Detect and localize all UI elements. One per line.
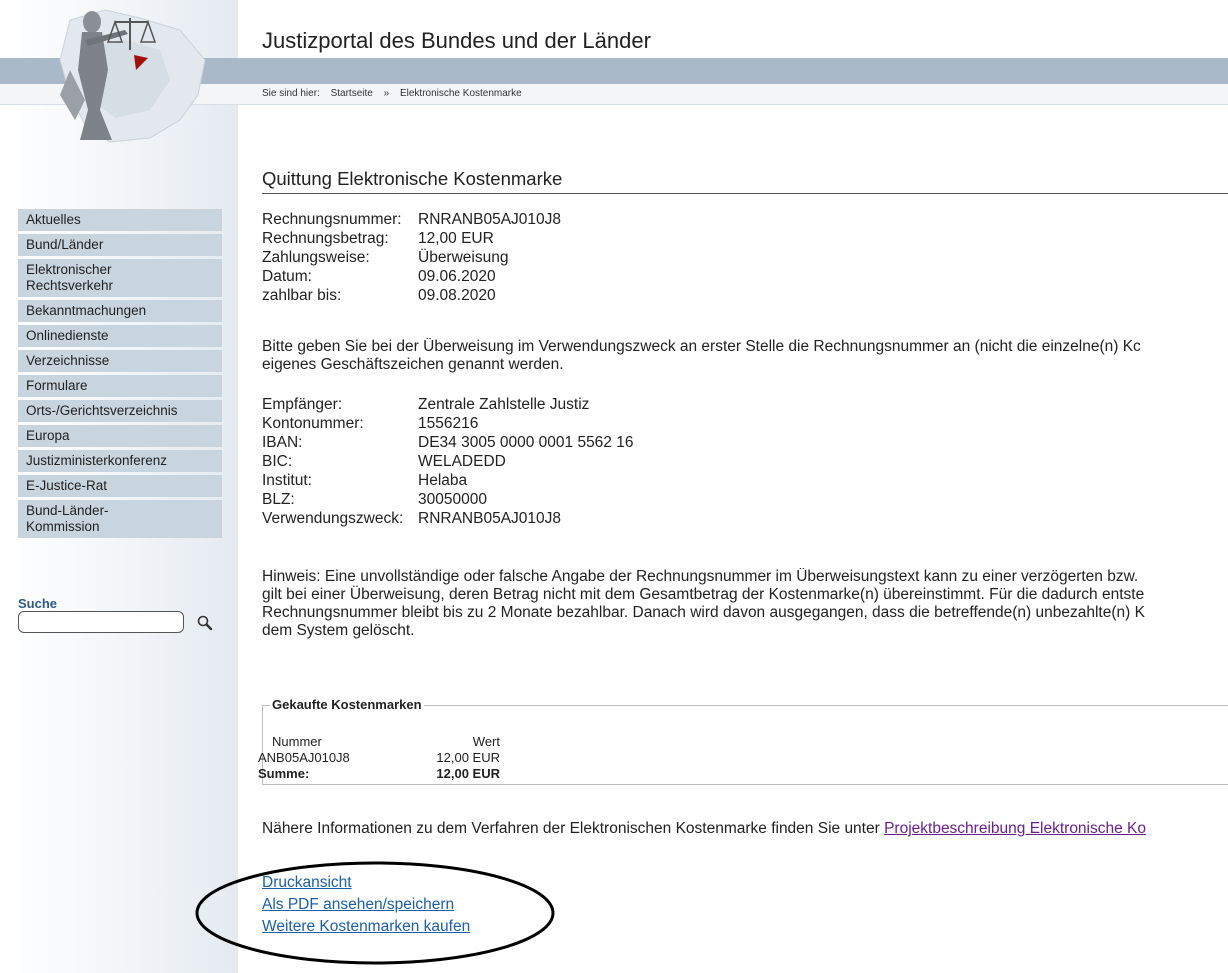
search-icon[interactable] xyxy=(195,613,215,633)
sidebar-item-formulare[interactable]: Formulare xyxy=(18,375,222,397)
sidebar-item-verzeichnisse[interactable]: Verzeichnisse xyxy=(18,350,222,372)
sum-label: Summe: xyxy=(258,766,310,781)
bic-value: WELADEDD xyxy=(418,453,506,470)
search-label: Suche xyxy=(18,596,58,611)
stamp-number: ANB05AJ010J8 xyxy=(258,750,350,765)
sum-value: 12,00 EUR xyxy=(436,766,500,781)
hint-line: Rechnungsnummer bleibt bis zu 2 Monate b… xyxy=(262,604,1145,621)
payment-note-line: Bitte geben Sie bei der Überweisung im V… xyxy=(262,338,1141,355)
site-title: Justizportal des Bundes und der Länder xyxy=(262,28,651,53)
bic-label: BIC: xyxy=(262,453,293,470)
due-date-value: 09.08.2020 xyxy=(418,287,496,304)
highlight-ellipse xyxy=(195,861,555,965)
col-number-header: Nummer xyxy=(272,734,322,749)
invoice-details: Rechnungsnummer: RNRANB05AJ010J8 Rechnung… xyxy=(262,210,561,305)
account-number-label: Kontonummer: xyxy=(262,415,364,432)
purpose-label: Verwendungszweck: xyxy=(262,510,404,527)
sidebar-item-label: Elektronischer Rechtsverkehr xyxy=(26,262,114,293)
breadcrumb-prefix: Sie sind hier: xyxy=(262,88,320,99)
blz-value: 30050000 xyxy=(418,491,487,508)
bank-details: Empfänger: Zentrale Zahlstelle Justiz Kon… xyxy=(262,395,633,528)
hint-line: dem System gelöscht. xyxy=(262,622,415,639)
iban-label: IBAN: xyxy=(262,434,303,451)
due-date-label: zahlbar bis: xyxy=(262,287,342,304)
search-input[interactable] xyxy=(18,611,184,633)
date-label: Datum: xyxy=(262,268,312,285)
purchased-stamps-legend: Gekaufte Kostenmarken xyxy=(270,697,424,712)
institute-value: Helaba xyxy=(418,472,468,489)
account-number-value: 1556216 xyxy=(418,415,479,432)
date-value: 09.06.2020 xyxy=(418,268,496,285)
sidebar-item-bund-laender-kommission[interactable]: Bund-Länder-Kommission xyxy=(18,500,222,538)
payment-method-label: Zahlungsweise: xyxy=(262,249,370,266)
hint-text: Hinweis: Eine unvollständige oder falsch… xyxy=(262,568,1228,640)
info-paragraph: Nähere Informationen zu dem Verfahren de… xyxy=(262,820,1228,838)
payment-method-value: Überweisung xyxy=(418,249,509,266)
sidebar-item-aktuelles[interactable]: Aktuelles xyxy=(18,209,222,231)
page-title: Quittung Elektronische Kostenmarke xyxy=(262,168,1228,194)
breadcrumb-home-link[interactable]: Startseite xyxy=(331,88,373,99)
recipient-label: Empfänger: xyxy=(262,396,343,413)
hint-line: gilt bei einer Überweisung, deren Betrag… xyxy=(262,586,1145,603)
sidebar-item-label: Bund-Länder-Kommission xyxy=(26,503,109,534)
sidebar-item-bund-laender[interactable]: Bund/Länder xyxy=(18,234,222,256)
sidebar-nav: Aktuelles Bund/Länder Elektronischer Rec… xyxy=(18,209,222,541)
info-text: Nähere Informationen zu dem Verfahren de… xyxy=(262,820,885,837)
recipient-value: Zentrale Zahlstelle Justiz xyxy=(418,396,590,413)
iban-value: DE34 3005 0000 0001 5562 16 xyxy=(418,434,634,451)
breadcrumb-separator: » xyxy=(383,88,390,99)
invoice-amount-label: Rechnungsbetrag: xyxy=(262,230,389,247)
sidebar-item-justizministerkonferenz[interactable]: Justizministerkonferenz xyxy=(18,450,222,472)
sidebar-item-orts-gerichtsverzeichnis[interactable]: Orts-/Gerichtsverzeichnis xyxy=(18,400,222,422)
payment-note: Bitte geben Sie bei der Überweisung im V… xyxy=(262,338,1228,374)
hint-line: Hinweis: Eine unvollständige oder falsch… xyxy=(262,568,1139,585)
breadcrumb-current: Elektronische Kostenmarke xyxy=(399,88,522,99)
institute-label: Institut: xyxy=(262,472,312,489)
blz-label: BLZ: xyxy=(262,491,295,508)
payment-note-line: eigenes Geschäftszeichen genannt werden. xyxy=(262,356,564,373)
breadcrumb: Sie sind hier: Startseite » Elektronisch… xyxy=(262,88,530,99)
invoice-number-label: Rechnungsnummer: xyxy=(262,211,402,228)
purpose-value: RNRANB05AJ010J8 xyxy=(418,510,562,527)
project-description-link[interactable]: Projektbeschreibung Elektronische Ko xyxy=(884,820,1146,837)
sidebar-item-europa[interactable]: Europa xyxy=(18,425,222,447)
justitia-logo[interactable] xyxy=(30,0,230,150)
purchased-stamps-box xyxy=(262,705,1228,785)
stamp-value: 12,00 EUR xyxy=(436,750,500,765)
sidebar-item-elektronischer-rechtsverkehr[interactable]: Elektronischer Rechtsverkehr xyxy=(18,259,222,297)
invoice-number-value: RNRANB05AJ010J8 xyxy=(418,211,562,228)
sidebar-item-bekanntmachungen[interactable]: Bekanntmachungen xyxy=(18,300,222,322)
col-value-header: Wert xyxy=(472,734,500,749)
sidebar-item-e-justice-rat[interactable]: E-Justice-Rat xyxy=(18,475,222,497)
sidebar-item-onlinedienste[interactable]: Onlinedienste xyxy=(18,325,222,347)
invoice-amount-value: 12,00 EUR xyxy=(418,230,494,247)
